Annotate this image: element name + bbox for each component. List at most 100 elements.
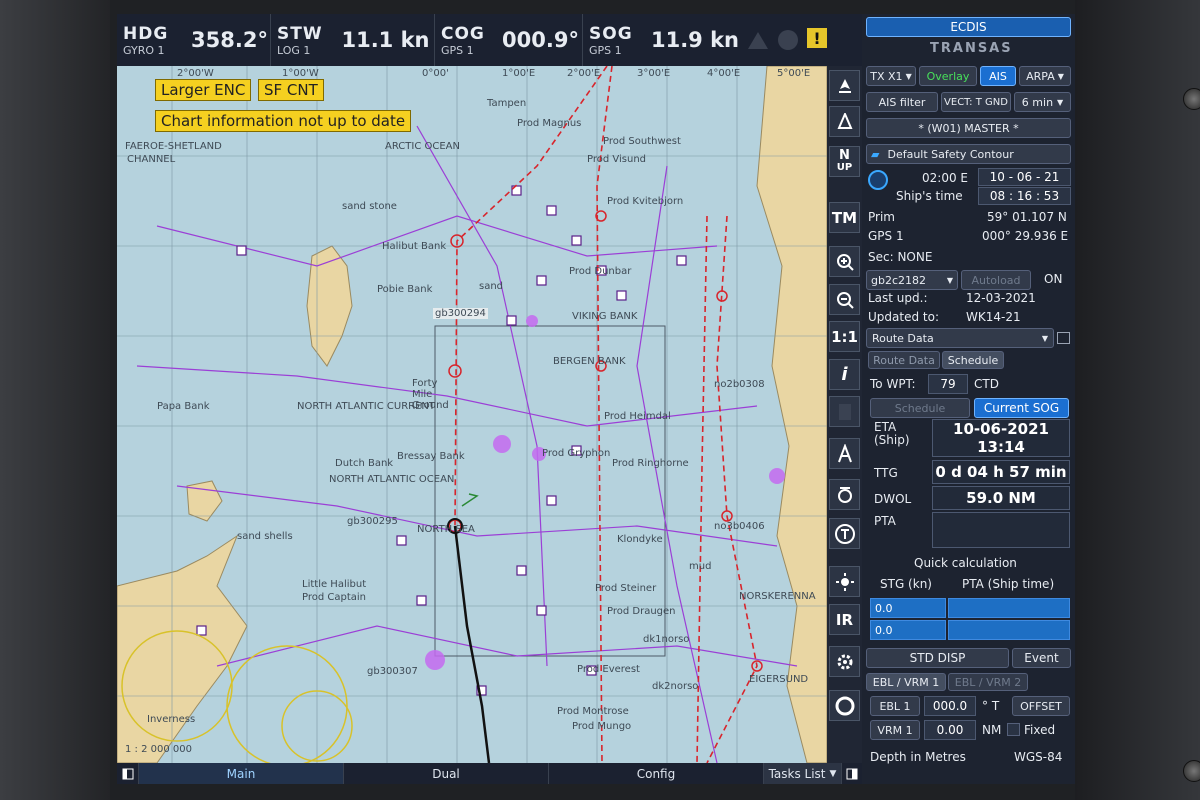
north-up-sub: UP xyxy=(836,161,853,173)
measure-tool-icon[interactable] xyxy=(829,438,860,469)
cog-title: COG xyxy=(441,23,485,44)
chart-label: FAEROE-SHETLAND xyxy=(125,141,222,152)
stw-value: 11.1 kn xyxy=(337,14,435,66)
route-data-select[interactable]: Route Data ▼ xyxy=(866,328,1054,348)
ecdis-header[interactable]: ECDIS xyxy=(866,17,1071,37)
panel-toggle-icon[interactable] xyxy=(117,763,139,784)
sog-title: SOG xyxy=(589,23,633,44)
chart-select[interactable]: gb2c2182 ▼ xyxy=(866,270,958,290)
chart-label: NORSKERENNA xyxy=(739,591,816,602)
stw-source[interactable]: LOG 1 xyxy=(277,44,337,57)
chart-label: NORTH ATLANTIC CURRENT xyxy=(297,401,435,412)
tab-ebl-vrm-2[interactable]: EBL / VRM 2 xyxy=(948,673,1028,691)
zoom-in-icon[interactable] xyxy=(829,246,860,277)
tab-dual[interactable]: Dual xyxy=(344,763,549,784)
sog-source[interactable]: GPS 1 xyxy=(589,44,647,57)
schedule-button[interactable]: Schedule xyxy=(870,398,970,418)
tab-route-data[interactable]: Route Data xyxy=(868,351,940,369)
eta-date: 10-06-2021 xyxy=(953,420,1049,438)
chat-icon: ▰ xyxy=(871,147,880,161)
master-select[interactable]: * (W01) MASTER * xyxy=(866,118,1071,138)
wpt-value: 79 xyxy=(940,377,956,391)
pta-input-2[interactable] xyxy=(948,620,1070,640)
chart-label: Prod Heimdal xyxy=(604,411,671,422)
tasks-list-button[interactable]: Tasks List ▼ xyxy=(764,763,842,784)
chart-label: Prod Montrose xyxy=(557,706,629,717)
ebl1-input[interactable]: 000.0 xyxy=(924,696,976,716)
safety-contour-select[interactable]: ▰ Default Safety Contour xyxy=(866,144,1071,164)
undock-icon[interactable] xyxy=(1057,332,1070,344)
chevron-down-icon: ▼ xyxy=(905,71,912,81)
std-disp-button[interactable]: STD DISP xyxy=(866,648,1009,668)
ir-button[interactable]: IR xyxy=(829,604,860,635)
pta-field xyxy=(932,512,1070,548)
lon-tick: 1°00'E xyxy=(502,68,536,79)
true-motion-button[interactable]: TM xyxy=(829,202,860,233)
vrm1-button[interactable]: VRM 1 xyxy=(870,720,920,740)
circle-mode-icon[interactable] xyxy=(829,690,860,721)
pane-icon[interactable] xyxy=(842,763,862,784)
tx-select[interactable]: TX X1 ▼ xyxy=(866,66,916,86)
chart-warning-badge[interactable]: Chart information not up to date xyxy=(155,110,412,132)
north-up-button[interactable]: N UP xyxy=(829,146,860,177)
tab-ebl-vrm-1[interactable]: EBL / VRM 1 xyxy=(866,673,946,691)
route-tool-icon[interactable] xyxy=(829,479,860,510)
target-tool-icon[interactable] xyxy=(829,518,860,549)
tx-label: TX X1 xyxy=(870,69,903,83)
eta-label: ETA xyxy=(874,420,897,434)
zoom-out-icon[interactable] xyxy=(829,284,860,315)
offset-button[interactable]: OFFSET xyxy=(1012,696,1070,716)
event-button[interactable]: Event xyxy=(1012,648,1071,668)
fixed-checkbox[interactable] xyxy=(1007,723,1020,736)
chart-label: Bressay Bank xyxy=(397,451,465,462)
chart-label: Prod Everest xyxy=(577,664,640,675)
wpt-select[interactable]: 79 xyxy=(928,374,968,394)
chart-label: no2b0308 xyxy=(714,379,765,390)
tab-main[interactable]: Main xyxy=(139,763,344,784)
chart-label: Prod Mungo xyxy=(572,721,632,732)
settings-gear-icon[interactable] xyxy=(829,646,860,677)
nautical-chart[interactable]: Larger ENC SF CNT Chart information not … xyxy=(117,66,827,763)
vect-time-select[interactable]: 6 min ▼ xyxy=(1014,92,1071,112)
autoload-button[interactable]: Autoload xyxy=(961,270,1031,290)
warning-icon[interactable]: ! xyxy=(807,28,827,48)
vrm1-input[interactable]: 0.00 xyxy=(924,720,976,740)
ship-view-icon[interactable] xyxy=(829,106,860,137)
alarm-triangle-icon[interactable] xyxy=(743,14,773,66)
cog-value: 000.9° xyxy=(499,14,583,66)
stw-title: STW xyxy=(277,23,323,44)
hdg-source[interactable]: GYRO 1 xyxy=(123,44,189,57)
screw-icon xyxy=(1183,88,1200,110)
chevron-down-icon: ▼ xyxy=(1057,97,1064,107)
tab-config[interactable]: Config xyxy=(549,763,764,784)
tab-schedule[interactable]: Schedule xyxy=(942,351,1004,369)
gps-label: GPS 1 xyxy=(868,229,904,243)
stw-label: STW LOG 1 xyxy=(271,14,337,66)
updated-to-label: Updated to: xyxy=(868,310,939,324)
ais-filter-button[interactable]: AIS filter xyxy=(866,92,938,112)
stg-input-1[interactable]: 0.0 xyxy=(870,598,946,618)
ais-button[interactable]: AIS xyxy=(980,66,1016,86)
larger-enc-badge[interactable]: Larger ENC xyxy=(155,79,252,101)
chart-label: EIGERSUND xyxy=(749,674,809,685)
scale-1-1-button[interactable]: 1:1 xyxy=(829,321,860,352)
hdg-title: HDG xyxy=(123,23,169,44)
ebl1-button[interactable]: EBL 1 xyxy=(870,696,920,716)
alarm-circle-icon[interactable] xyxy=(773,14,803,66)
vect-button[interactable]: VECT: T GND xyxy=(941,92,1011,112)
info-button[interactable]: i xyxy=(829,359,860,390)
ship-center-icon[interactable] xyxy=(829,70,860,101)
document-icon[interactable] xyxy=(829,396,860,427)
current-sog-button[interactable]: Current SOG xyxy=(974,398,1069,418)
chart-label: Halibut Bank xyxy=(382,241,447,252)
overlay-button[interactable]: Overlay xyxy=(919,66,977,86)
sf-cnt-badge[interactable]: SF CNT xyxy=(258,79,324,101)
chart-label: Papa Bank xyxy=(157,401,210,412)
arpa-select[interactable]: ARPA ▼ xyxy=(1019,66,1071,86)
stg-input-2[interactable]: 0.0 xyxy=(870,620,946,640)
clock-icon[interactable] xyxy=(868,170,888,190)
cog-source[interactable]: GPS 1 xyxy=(441,44,499,57)
pta-input-1[interactable] xyxy=(948,598,1070,618)
brightness-icon[interactable] xyxy=(829,566,860,597)
lon-tick: 1°00'W xyxy=(282,68,319,79)
